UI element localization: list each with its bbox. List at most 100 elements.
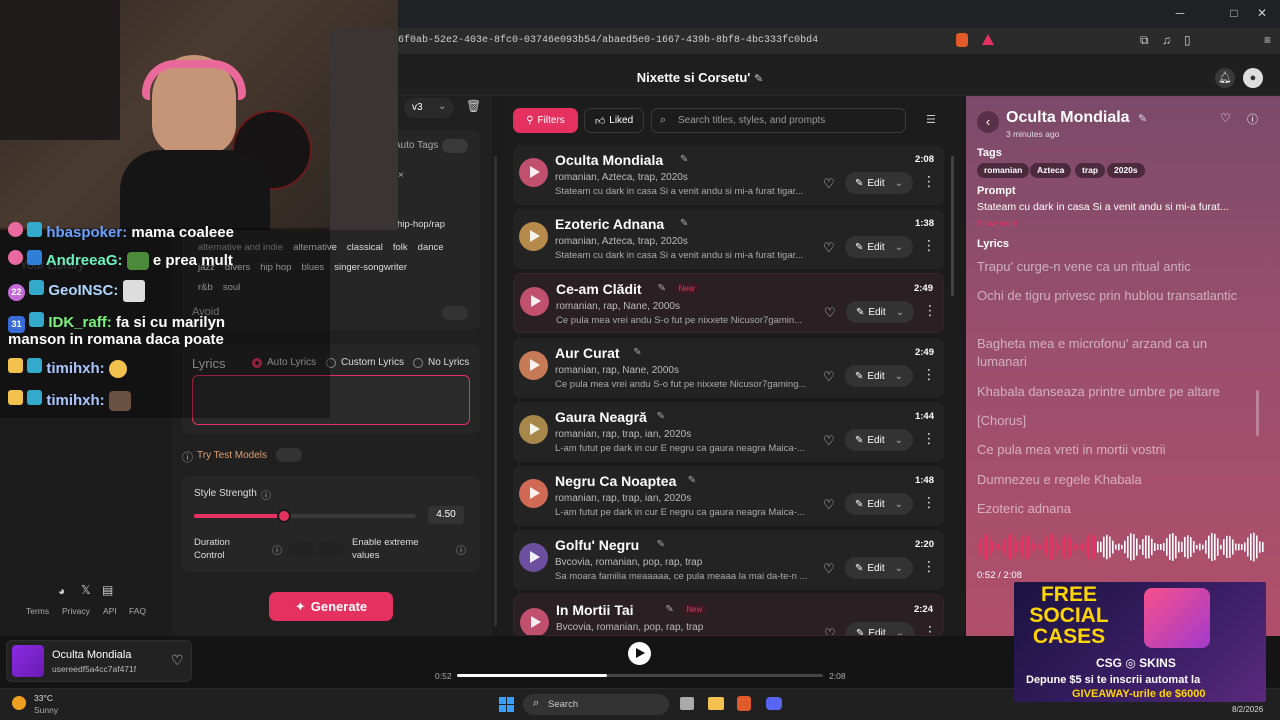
- menu-icon[interactable]: ≡: [1264, 33, 1271, 47]
- player-progress-track[interactable]: [457, 674, 823, 677]
- rename-pencil-icon[interactable]: ✎: [680, 154, 688, 165]
- tag-chip[interactable]: trap: [1075, 163, 1106, 178]
- file-explorer-icon[interactable]: [708, 697, 724, 710]
- song-title[interactable]: Ce-am Clădit: [556, 281, 642, 297]
- tag-chip[interactable]: romanian: [977, 163, 1030, 178]
- more-options-icon[interactable]: ⋮: [922, 494, 936, 511]
- test-models-toggle[interactable]: [276, 448, 302, 462]
- edit-button[interactable]: ✎ Edit ⌄: [845, 557, 913, 579]
- heart-icon[interactable]: ♡: [823, 497, 835, 513]
- minimize-icon[interactable]: ─: [1172, 6, 1188, 22]
- detail-edit-pencil-icon[interactable]: ✎: [1138, 112, 1147, 125]
- rename-pencil-icon[interactable]: ✎: [633, 347, 641, 358]
- sort-icon[interactable]: ☰: [926, 113, 936, 126]
- song-title[interactable]: Gaura Neagră: [555, 409, 647, 425]
- create-scrollbar[interactable]: [494, 156, 497, 626]
- search-input[interactable]: ⌕ Search titles, styles, and prompts: [651, 108, 906, 133]
- song-row[interactable]: Aur Curat ✎ romanian, rap, Nane, 2000s Ce p…: [513, 338, 944, 398]
- chat-username[interactable]: AndreeaG:: [46, 252, 123, 269]
- back-icon[interactable]: ‹: [977, 111, 999, 133]
- duration-info-icon[interactable]: ⓘ: [272, 542, 282, 557]
- song-row[interactable]: Ezoteric Adnana ✎ romanian, Azteca, trap, …: [513, 209, 944, 269]
- player-play-button[interactable]: [628, 642, 651, 665]
- footer-link-api[interactable]: API: [103, 606, 117, 616]
- liked-button[interactable]: 👍︎ Liked: [584, 108, 644, 133]
- generate-button[interactable]: ✦ Generate: [269, 592, 393, 621]
- weather-sun-icon[interactable]: [12, 696, 26, 710]
- profile-avatar-icon[interactable]: ●: [1243, 68, 1263, 88]
- workspace-title[interactable]: Nixette si Corsetu' ✎: [600, 70, 800, 85]
- auto-tags-toggle[interactable]: [442, 139, 468, 153]
- song-row[interactable]: Ce-am Clădit ✎ New romanian, rap, Nane, 200…: [513, 273, 944, 333]
- more-options-icon[interactable]: ⋮: [922, 558, 936, 575]
- now-playing-user[interactable]: usereedf5a4cc7af471f: [52, 664, 136, 674]
- heart-icon[interactable]: ♡: [823, 561, 835, 577]
- style-strength-value[interactable]: 4.50: [428, 506, 464, 524]
- rename-pencil-icon[interactable]: ✎: [658, 283, 666, 294]
- music-icon[interactable]: ♫: [1162, 33, 1171, 47]
- footer-link-privacy[interactable]: Privacy: [62, 606, 90, 616]
- more-options-icon[interactable]: ⋮: [922, 237, 936, 254]
- song-row[interactable]: Oculta Mondiala ✎ romanian, Azteca, trap, …: [513, 145, 944, 205]
- duration-toggle[interactable]: [288, 542, 314, 556]
- footer-link-faq[interactable]: FAQ: [129, 606, 146, 616]
- rename-pencil-icon[interactable]: ✎: [688, 475, 696, 486]
- more-options-icon[interactable]: ⋮: [923, 623, 937, 635]
- extreme-info-icon[interactable]: ⓘ: [456, 542, 466, 557]
- maximize-icon[interactable]: □: [1226, 6, 1242, 22]
- sidebar-icon[interactable]: ▯: [1184, 33, 1191, 47]
- x-twitter-icon[interactable]: 𝕏: [81, 583, 91, 597]
- player-heart-icon[interactable]: ♡: [171, 652, 184, 669]
- song-row[interactable]: Golfu' Negru ✎ Bvcovia, romanian, pop, rap…: [513, 530, 944, 590]
- edit-button[interactable]: ✎ Edit ⌄: [845, 365, 913, 387]
- heart-icon[interactable]: ♡: [823, 176, 835, 192]
- pencil-icon[interactable]: ✎: [754, 73, 763, 85]
- task-view-icon[interactable]: [680, 697, 694, 710]
- taskbar-search[interactable]: ⌕ Search: [523, 694, 669, 715]
- chat-username[interactable]: hbaspoker:: [46, 224, 127, 241]
- rewards-icon[interactable]: [982, 34, 994, 45]
- tag-chip[interactable]: 2020s: [1107, 163, 1145, 178]
- edit-button[interactable]: ✎ Edit ⌄: [846, 622, 914, 635]
- tag-chip[interactable]: Azteca: [1030, 163, 1072, 178]
- radio-no-lyrics[interactable]: [413, 358, 423, 368]
- more-options-icon[interactable]: ⋮: [922, 366, 936, 383]
- rename-pencil-icon[interactable]: ✎: [680, 218, 688, 229]
- extreme-values-toggle[interactable]: [318, 542, 344, 556]
- song-play-icon[interactable]: [519, 222, 548, 251]
- try-test-models-label[interactable]: Try Test Models: [197, 450, 267, 461]
- discord-taskbar-icon[interactable]: [766, 697, 782, 710]
- song-row[interactable]: Gaura Neagră ✎ romanian, rap, trap, ian, 2…: [513, 402, 944, 462]
- edit-button[interactable]: ✎ Edit ⌄: [846, 301, 914, 323]
- brave-taskbar-icon[interactable]: [737, 696, 751, 711]
- genre-chip[interactable]: dance: [418, 242, 444, 253]
- detail-info-icon[interactable]: ⓘ: [1247, 111, 1258, 127]
- waveform[interactable]: [977, 530, 1265, 564]
- clear-style-icon[interactable]: ×: [398, 170, 404, 181]
- song-title[interactable]: Golfu' Negru: [555, 537, 639, 553]
- brave-shield-icon[interactable]: [956, 33, 968, 47]
- song-play-icon[interactable]: [520, 287, 549, 316]
- song-play-icon[interactable]: [519, 543, 548, 572]
- detail-heart-icon[interactable]: ♡: [1220, 111, 1231, 125]
- filters-button[interactable]: ⚲ Filters: [513, 108, 578, 133]
- url-text[interactable]: 6f0ab-52e2-403e-8fc0-03746e093b54/abaed5…: [398, 35, 818, 46]
- avoid-toggle[interactable]: [442, 306, 468, 320]
- now-playing-card[interactable]: Oculta Mondiala usereedf5a4cc7af471f ♡: [6, 640, 192, 682]
- trash-icon[interactable]: 🗑︎: [466, 99, 481, 113]
- song-play-icon[interactable]: [519, 479, 548, 508]
- chat-username[interactable]: IDK_raff:: [48, 314, 111, 331]
- discord-icon[interactable]: ◕: [58, 584, 65, 598]
- lyrics-scrollbar[interactable]: [1256, 390, 1259, 436]
- notification-bell-icon[interactable]: 🔔︎: [1215, 68, 1235, 88]
- genre-chip[interactable]: folk: [393, 242, 408, 253]
- windows-start-icon[interactable]: [499, 697, 514, 712]
- rename-pencil-icon[interactable]: ✎: [665, 604, 673, 615]
- edit-button[interactable]: ✎ Edit ⌄: [845, 172, 913, 194]
- heart-icon[interactable]: ♡: [824, 626, 836, 635]
- rename-pencil-icon[interactable]: ✎: [657, 411, 665, 422]
- genre-chip[interactable]: singer-songwriter: [334, 262, 407, 273]
- song-row[interactable]: In Mortii Tai ✎ New Bvcovia, romanian, pop,…: [513, 594, 944, 636]
- song-title[interactable]: Negru Ca Noaptea: [555, 473, 676, 489]
- show-more-link[interactable]: Show more: [977, 219, 1017, 228]
